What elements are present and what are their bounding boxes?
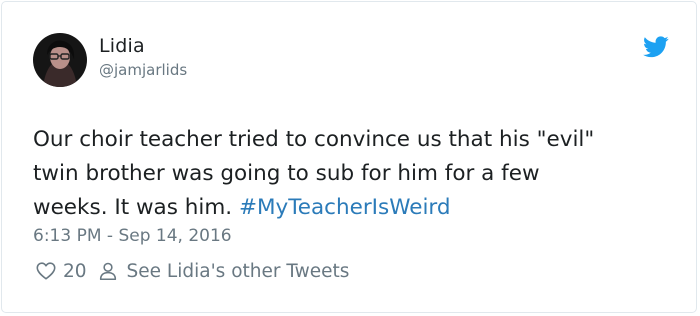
tweet-timestamp[interactable]: 6:13 PM - Sep 14, 2016 [33,226,232,246]
heart-icon[interactable] [35,260,57,282]
hashtag-link[interactable]: #MyTeacherIsWeird [239,195,451,220]
person-icon [97,260,119,282]
see-other-tweets-link[interactable]: See Lidia's other Tweets [127,261,350,282]
tweet-card: Lidia @jamjarlids Our choir teacher trie… [1,1,697,313]
avatar[interactable] [33,33,87,87]
twitter-bird-icon[interactable] [643,36,669,58]
like-count[interactable]: 20 [63,261,87,282]
tweet-actions: 20 See Lidia's other Tweets [35,260,349,282]
author-name[interactable]: Lidia [99,35,145,57]
author-handle[interactable]: @jamjarlids [99,61,187,79]
tweet-text: Our choir teacher tried to convince us t… [33,123,673,225]
